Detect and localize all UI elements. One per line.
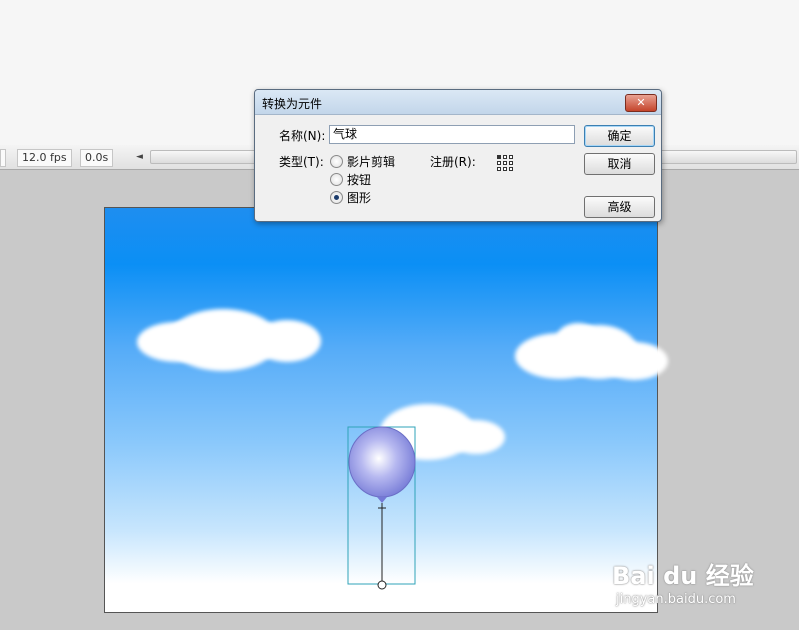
reg-cell-middle-left[interactable]	[497, 161, 501, 165]
cancel-button[interactable]: 取消	[584, 153, 655, 175]
radio-label: 影片剪辑	[347, 154, 396, 169]
reg-cell-bottom-right[interactable]	[509, 167, 513, 171]
registration-label: 注册(R):	[430, 155, 476, 169]
radio-button-selected[interactable]	[330, 190, 343, 204]
radio-label: 按钮	[347, 172, 372, 187]
radio-movie-clip[interactable]: 影片剪辑	[330, 153, 395, 169]
timeline-frame-box	[0, 149, 6, 167]
scroll-left-icon[interactable]: ◄	[136, 149, 143, 165]
reg-cell-top-center[interactable]	[503, 155, 507, 159]
dialog-title: 转换为元件	[262, 97, 323, 111]
close-button[interactable]: ✕	[625, 94, 657, 112]
dialog-titlebar[interactable]: 转换为元件 ✕	[255, 90, 661, 115]
reg-cell-middle-right[interactable]	[509, 161, 513, 165]
balloon-body	[348, 426, 416, 498]
advanced-button[interactable]: 高级	[584, 196, 655, 218]
reg-cell-top-left[interactable]	[497, 155, 501, 159]
reg-cell-bottom-left[interactable]	[497, 167, 501, 171]
radio-button[interactable]	[330, 154, 343, 168]
radio-label: 图形	[347, 190, 372, 205]
stage-canvas[interactable]	[104, 207, 668, 613]
radio-button-type[interactable]: 按钮	[330, 171, 371, 187]
baidu-watermark-logo: Bai du 经验	[612, 562, 754, 590]
reg-cell-bottom-center[interactable]	[503, 167, 507, 171]
ok-button[interactable]: 确定	[584, 125, 655, 147]
radio-graphic[interactable]: 图形	[330, 189, 371, 205]
fps-display[interactable]: 12.0 fps	[17, 149, 72, 167]
dialog-body: 名称(N): 气球 类型(T): 影片剪辑 按钮 图形 注册(R): 确定 取消…	[255, 115, 661, 221]
balloon-graphic[interactable]	[105, 208, 657, 612]
name-input[interactable]: 气球	[329, 125, 575, 144]
reg-cell-top-right[interactable]	[509, 155, 513, 159]
type-label: 类型(T):	[279, 155, 324, 169]
radio-button[interactable]	[330, 172, 343, 186]
watermark-url: jingyan.baidu.com	[616, 592, 736, 607]
time-display: 0.0s	[80, 149, 114, 167]
name-label: 名称(N):	[279, 129, 326, 143]
balloon-knot	[377, 497, 387, 503]
registration-grid-icon[interactable]	[497, 155, 515, 173]
reg-cell-center[interactable]	[503, 161, 507, 165]
convert-to-symbol-dialog: 转换为元件 ✕ 名称(N): 气球 类型(T): 影片剪辑 按钮 图形 注册(R…	[254, 89, 662, 222]
registration-point-circle	[377, 580, 387, 590]
